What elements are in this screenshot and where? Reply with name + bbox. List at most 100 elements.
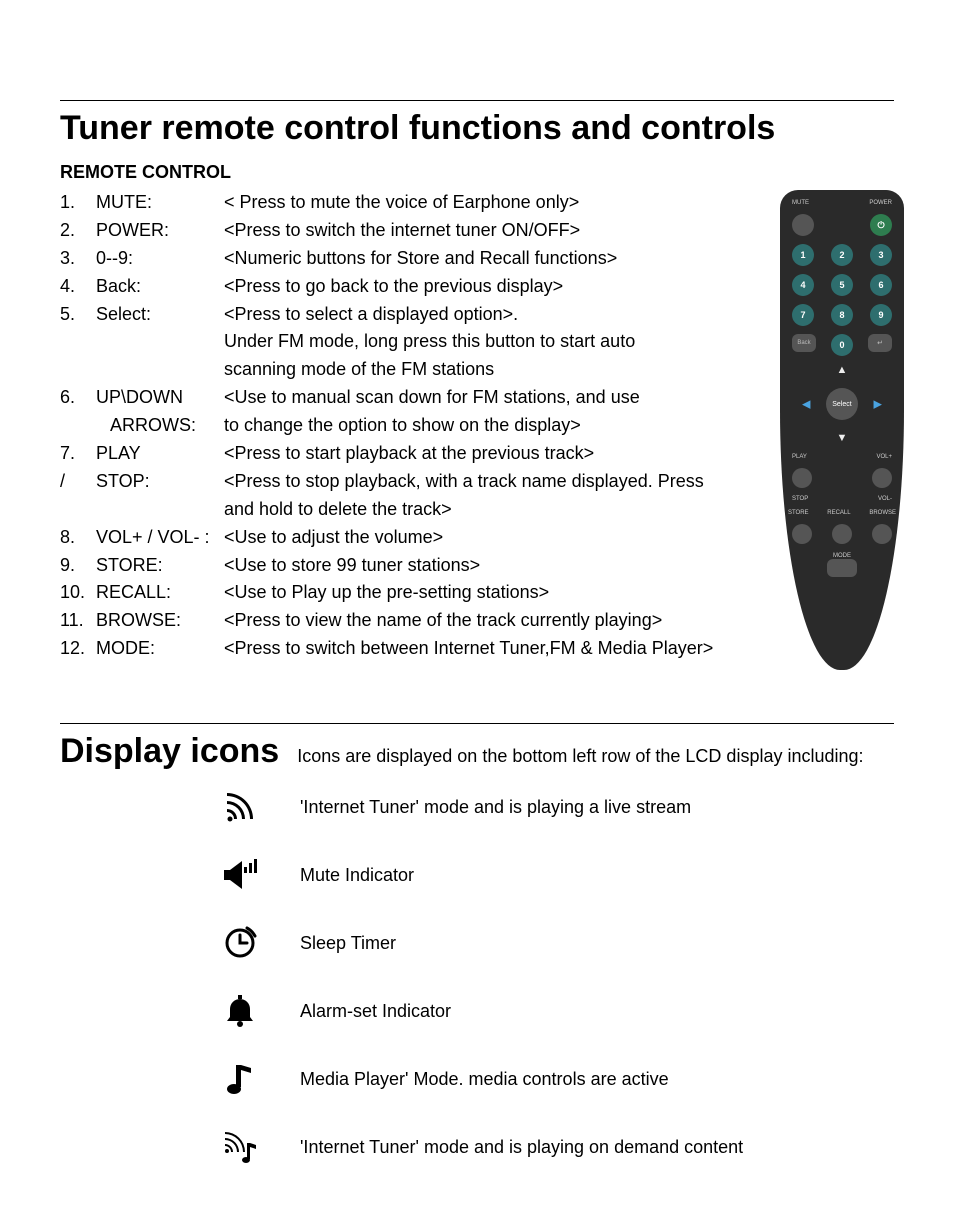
remote-play-label: PLAY: [792, 454, 807, 460]
item-desc-cont: and hold to delete the track>: [60, 496, 894, 524]
item-num: 12.: [60, 635, 96, 663]
item-num: 5.: [60, 301, 96, 329]
item-desc-cont: Under FM mode, long press this button to…: [60, 328, 894, 356]
remote-function-list: 1. MUTE: < Press to mute the voice of Ea…: [60, 189, 894, 663]
live-stream-icon: [220, 787, 260, 827]
sleep-timer-icon: [220, 923, 260, 963]
icon-desc: Media Player' Mode. media controls are a…: [300, 1069, 669, 1090]
item-label: RECALL:: [96, 579, 224, 607]
list-item-cont: / STOP: <Press to stop playback, with a …: [60, 468, 894, 496]
item-label: Select:: [96, 301, 224, 329]
remote-mute-button: [792, 214, 814, 236]
icon-row: Alarm-set Indicator: [220, 991, 894, 1031]
list-item: 9. STORE: <Use to store 99 tuner station…: [60, 552, 894, 580]
arrow-down-icon: ▼: [837, 432, 848, 444]
page-title: Tuner remote control functions and contr…: [60, 109, 894, 148]
divider-rule: [60, 100, 894, 101]
icon-row: Media Player' Mode. media controls are a…: [220, 1059, 894, 1099]
display-icons-list: 'Internet Tuner' mode and is playing a l…: [220, 787, 894, 1167]
remote-key-0: 0: [831, 334, 853, 356]
remote-play-button: [792, 468, 812, 488]
list-item: 2. POWER: <Press to switch the internet …: [60, 217, 894, 245]
list-item: 7. PLAY <Press to start playback at the …: [60, 440, 894, 468]
list-item: 3. 0--9: <Numeric buttons for Store and …: [60, 245, 894, 273]
item-label: BROWSE:: [96, 607, 224, 635]
list-item: 5. Select: <Press to select a displayed …: [60, 301, 894, 329]
item-label: 0--9:: [96, 245, 224, 273]
remote-power-label: POWER: [869, 200, 892, 206]
remote-subhead: REMOTE CONTROL: [60, 162, 894, 183]
item-num: 4.: [60, 273, 96, 301]
icon-desc: Mute Indicator: [300, 865, 414, 886]
item-label: STORE:: [96, 552, 224, 580]
list-item: 6. UP\DOWN <Use to manual scan down for …: [60, 384, 894, 412]
item-num: 10.: [60, 579, 96, 607]
item-num: /: [60, 468, 96, 496]
list-item: 12. MODE: <Press to switch between Inter…: [60, 635, 894, 663]
remote-mute-label: MUTE: [792, 200, 809, 206]
arrow-right-icon: ▶: [874, 398, 882, 411]
remote-volm-label: VOL-: [878, 496, 892, 502]
display-icons-title: Display icons: [60, 732, 279, 771]
item-label: STOP:: [96, 468, 224, 496]
list-item: 4. Back: <Press to go back to the previo…: [60, 273, 894, 301]
icon-desc: Sleep Timer: [300, 933, 396, 954]
item-num: 8.: [60, 524, 96, 552]
icon-desc: 'Internet Tuner' mode and is playing a l…: [300, 797, 691, 818]
remote-key-7: 7: [792, 304, 814, 326]
item-label: ARROWS:: [96, 412, 224, 440]
remote-control-image: MUTE POWER ⏻ 1 2 3 4 5 6 7 8 9 Back 0 ↵ …: [780, 190, 904, 670]
remote-key-9: 9: [870, 304, 892, 326]
item-label: POWER:: [96, 217, 224, 245]
remote-select-button: Select: [826, 388, 858, 420]
icon-row: Mute Indicator: [220, 855, 894, 895]
item-label: MUTE:: [96, 189, 224, 217]
remote-mode-button: [827, 559, 857, 577]
icon-row: Sleep Timer: [220, 923, 894, 963]
icon-row: 'Internet Tuner' mode and is playing on …: [220, 1127, 894, 1167]
remote-key-1: 1: [792, 244, 814, 266]
item-num: 2.: [60, 217, 96, 245]
remote-key-4: 4: [792, 274, 814, 296]
remote-browse-label: BROWSE: [869, 510, 896, 516]
remote-store-button: [792, 524, 812, 544]
divider-rule: [60, 723, 894, 724]
arrow-left-icon: ◀: [802, 398, 810, 411]
remote-stop-label: STOP: [792, 496, 808, 502]
icon-row: 'Internet Tuner' mode and is playing a l…: [220, 787, 894, 827]
remote-key-8: 8: [831, 304, 853, 326]
list-item: 1. MUTE: < Press to mute the voice of Ea…: [60, 189, 894, 217]
remote-store-label: STORE: [788, 510, 809, 516]
item-num: 6.: [60, 384, 96, 412]
mute-icon: [220, 855, 260, 895]
remote-enter-button: ↵: [868, 334, 892, 352]
remote-key-6: 6: [870, 274, 892, 296]
remote-back-button: Back: [792, 334, 816, 352]
remote-dpad: ▲ ▼ ◀ ▶ Select: [802, 364, 882, 444]
item-label: VOL+ / VOL- :: [96, 524, 224, 552]
remote-recall-button: [832, 524, 852, 544]
display-icons-lead: Icons are displayed on the bottom left r…: [297, 746, 863, 767]
remote-key-5: 5: [831, 274, 853, 296]
item-num: 1.: [60, 189, 96, 217]
remote-key-2: 2: [831, 244, 853, 266]
item-desc-cont: scanning mode of the FM stations: [60, 356, 894, 384]
list-item: 11. BROWSE: <Press to view the name of t…: [60, 607, 894, 635]
item-num: 3.: [60, 245, 96, 273]
media-player-icon: [220, 1059, 260, 1099]
item-label: UP\DOWN: [96, 384, 224, 412]
arrow-up-icon: ▲: [837, 364, 848, 376]
item-label: MODE:: [96, 635, 224, 663]
list-item-cont: ARROWS: to change the option to show on …: [60, 412, 894, 440]
item-num: 11.: [60, 607, 96, 635]
on-demand-icon: [220, 1127, 260, 1167]
item-num: 7.: [60, 440, 96, 468]
remote-key-3: 3: [870, 244, 892, 266]
list-item: 10. RECALL: <Use to Play up the pre-sett…: [60, 579, 894, 607]
remote-recall-label: RECALL: [827, 510, 850, 516]
icon-desc: Alarm-set Indicator: [300, 1001, 451, 1022]
item-label: PLAY: [96, 440, 224, 468]
item-label: Back:: [96, 273, 224, 301]
icon-desc: 'Internet Tuner' mode and is playing on …: [300, 1137, 743, 1158]
remote-power-button: ⏻: [870, 214, 892, 236]
